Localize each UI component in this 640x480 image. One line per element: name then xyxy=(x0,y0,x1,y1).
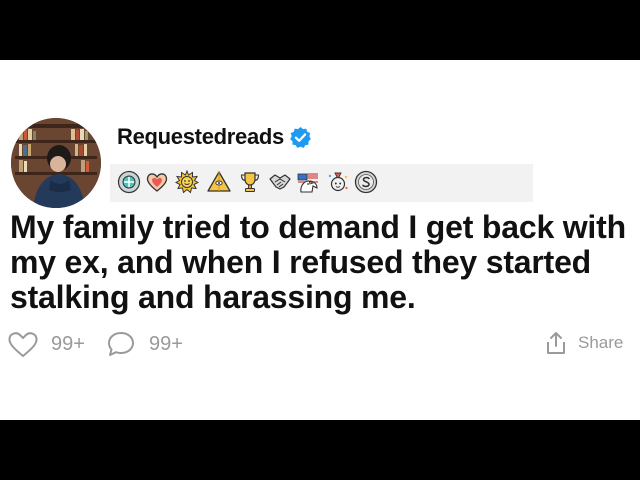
share-label: Share xyxy=(578,333,624,352)
avatar[interactable] xyxy=(11,118,101,208)
comment-button[interactable]: 99+ xyxy=(106,330,183,358)
share-button[interactable]: Share xyxy=(544,330,623,356)
silver-gear-award-icon[interactable] xyxy=(117,170,141,194)
username[interactable]: Requestedreads xyxy=(117,124,284,150)
awards-bar xyxy=(110,164,533,202)
post-username-row[interactable]: Requestedreads xyxy=(117,124,312,150)
comment-bubble-icon xyxy=(108,332,134,356)
handshake-award-icon[interactable] xyxy=(268,170,292,194)
heart-award-icon[interactable] xyxy=(145,170,169,194)
sun-face-award-icon[interactable] xyxy=(175,170,199,194)
verified-badge-icon xyxy=(290,126,311,148)
comment-count: 99+ xyxy=(149,332,183,355)
like-button[interactable]: 99+ xyxy=(7,330,85,358)
trophy-award-icon[interactable] xyxy=(238,170,262,194)
like-count: 99+ xyxy=(51,332,85,355)
party-award-icon[interactable] xyxy=(326,170,350,194)
eagle-award-icon[interactable] xyxy=(296,170,320,194)
pyramid-award-icon[interactable] xyxy=(207,170,231,194)
post-title[interactable]: My family tried to demand I get back wit… xyxy=(10,210,630,315)
heart-outline-icon xyxy=(8,332,38,358)
silver-s-coin-icon[interactable] xyxy=(354,170,378,194)
share-icon xyxy=(547,332,565,354)
